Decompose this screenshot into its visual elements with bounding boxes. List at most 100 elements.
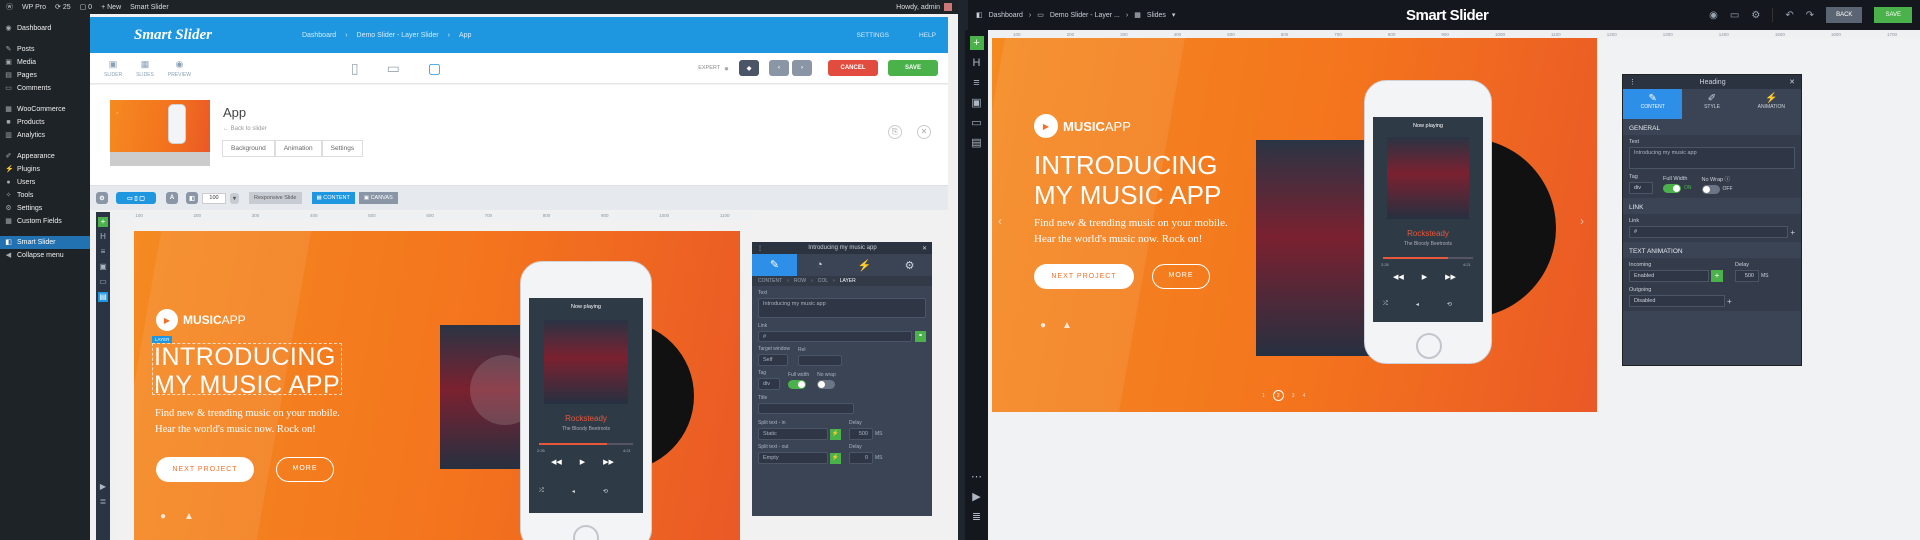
play-icon[interactable]: ▶ xyxy=(970,490,984,504)
copy-icon[interactable]: ⎘ xyxy=(888,125,902,139)
slider-button[interactable]: ▣ SLIDER xyxy=(104,59,122,78)
menu-media[interactable]: ▣ Media xyxy=(0,56,90,69)
menu-plugins[interactable]: ⚡ Plugins xyxy=(0,163,90,176)
crumb-dashboard[interactable]: Dashboard xyxy=(989,12,1023,19)
text-icon[interactable]: A xyxy=(166,192,178,204)
cancel-button[interactable]: CANCEL xyxy=(828,60,878,76)
play-icon[interactable]: ▶ xyxy=(98,482,108,492)
text-icon[interactable]: ≡ xyxy=(970,76,984,90)
layers-icon[interactable]: ≣ xyxy=(98,497,108,507)
menu-custom-fields[interactable]: ▦ Custom Fields xyxy=(0,215,90,228)
structure-icon[interactable]: ▤ xyxy=(98,292,108,302)
more-button[interactable]: MORE xyxy=(1152,264,1210,289)
back-button[interactable]: BACK xyxy=(1826,7,1863,23)
slide-headline[interactable]: INTRODUCING MY MUSIC APP xyxy=(154,343,340,399)
android-icon[interactable]: ▲ xyxy=(1062,320,1072,331)
zoom-input[interactable]: 100 xyxy=(202,192,226,204)
progress-track[interactable] xyxy=(539,443,633,445)
new-link[interactable]: + New xyxy=(101,4,121,11)
device-toggle[interactable]: ▭ ▯ ▢ xyxy=(116,192,156,204)
bolt-icon[interactable]: ⚡ xyxy=(842,259,887,272)
preview-button[interactable]: ◉ PREVIEW xyxy=(168,59,191,78)
prev-slide-button[interactable]: ‹ xyxy=(769,60,789,76)
save-button[interactable]: SAVE xyxy=(888,60,938,76)
bullet[interactable]: 4 xyxy=(1303,393,1306,399)
next-project-button[interactable]: NEXT PROJECT xyxy=(156,457,254,482)
eye-icon[interactable]: ◉ xyxy=(1709,10,1718,21)
nowrap-toggle[interactable] xyxy=(1701,184,1720,194)
drag-icon[interactable]: ⋮ xyxy=(1629,78,1636,86)
info-icon[interactable]: ⓘ xyxy=(1725,177,1731,183)
desktop-icon[interactable]: ▯ xyxy=(351,60,359,77)
close-icon[interactable]: ✕ xyxy=(1789,78,1795,86)
tab-content[interactable]: ✎ CONTENT xyxy=(1623,89,1683,119)
account-link[interactable]: Howdy, admin xyxy=(896,3,952,11)
rel-select[interactable] xyxy=(797,354,842,366)
tablet-icon[interactable]: ▭ xyxy=(387,60,400,77)
tab-animation[interactable]: ⚡ ANIMATION xyxy=(1742,89,1801,119)
bulb-icon[interactable]: ● xyxy=(724,64,729,73)
bullet[interactable]: 1 xyxy=(1262,393,1265,399)
crumb-layer[interactable]: LAYER xyxy=(840,278,856,284)
slide-headline[interactable]: INTRODUCING MY MUSIC APP xyxy=(1034,150,1221,210)
volume-icon[interactable]: ◂ xyxy=(1416,301,1419,308)
image-icon[interactable]: ▣ xyxy=(98,262,108,272)
rewind-icon[interactable]: ◀◀ xyxy=(1393,273,1404,281)
breadcrumb-slide[interactable]: App xyxy=(459,32,471,39)
more-icon[interactable]: ⋯ xyxy=(970,470,984,484)
settings-icon[interactable]: ⚙ xyxy=(1751,10,1760,21)
desktop-icon[interactable]: ▭ xyxy=(1730,10,1739,21)
bell-icon[interactable]: ◆ xyxy=(739,60,759,76)
trash-icon[interactable]: ✕ xyxy=(917,125,931,139)
tab-settings[interactable]: Settings xyxy=(321,140,364,157)
undo-icon[interactable]: ↶ xyxy=(1785,10,1793,21)
bullet-active[interactable]: 2 xyxy=(1272,390,1284,401)
tab-background[interactable]: Background xyxy=(222,140,275,157)
help-link[interactable]: HELP xyxy=(919,32,936,39)
site-name-link[interactable]: WP Pro xyxy=(22,4,46,11)
menu-pages[interactable]: ▤ Pages xyxy=(0,69,90,82)
image-icon[interactable]: ▣ xyxy=(970,96,984,110)
wordpress-logo-icon[interactable]: ⓦ xyxy=(6,2,13,12)
menu-comments[interactable]: ▭ Comments xyxy=(0,82,90,95)
slides-button[interactable]: ▦ SLIDES xyxy=(136,59,154,78)
musicapp-logo[interactable]: ▶ MUSICAPP xyxy=(1034,114,1131,138)
zoom-spinner[interactable]: ▾ xyxy=(230,192,239,204)
play-icon[interactable]: ▶ xyxy=(1422,273,1427,281)
delay-field[interactable]: 500 xyxy=(1735,270,1759,282)
forward-icon[interactable]: ▶▶ xyxy=(603,458,614,466)
menu-tools[interactable]: ✧ Tools xyxy=(0,189,90,202)
menu-appearance[interactable]: ✐ Appearance xyxy=(0,150,90,163)
menu-analytics[interactable]: ▥ Analytics xyxy=(0,129,90,142)
button-icon[interactable]: ▭ xyxy=(98,277,108,287)
layers-icon[interactable]: ≣ xyxy=(970,510,984,524)
crumb-slider[interactable]: Demo Slider - Layer ... xyxy=(1050,12,1120,19)
bolt-icon[interactable]: ⚡ xyxy=(830,428,841,440)
slide-subtext[interactable]: Find new & trending music on your mobile… xyxy=(155,406,340,438)
tab-animation[interactable]: Animation xyxy=(274,140,322,157)
delay2-field[interactable]: 0 xyxy=(849,452,873,464)
style-icon[interactable]: ◔ xyxy=(797,259,842,271)
menu-products[interactable]: ■ Products xyxy=(0,116,90,129)
redo-icon[interactable]: ↷ xyxy=(1806,10,1814,21)
menu-posts[interactable]: ✎ Posts xyxy=(0,43,90,56)
settings-link[interactable]: SETTINGS xyxy=(857,32,890,39)
volume-icon[interactable]: ◂ xyxy=(572,488,575,495)
heading-icon[interactable]: H xyxy=(98,232,108,242)
title-field[interactable] xyxy=(758,403,854,414)
slide-title[interactable]: App xyxy=(223,105,246,120)
rewind-icon[interactable]: ◀◀ xyxy=(551,458,562,466)
tab-canvas[interactable]: ▣ CANVAS xyxy=(358,192,398,204)
updates-link[interactable]: ⟳ 25 xyxy=(55,3,71,11)
link-field[interactable]: # xyxy=(1629,226,1789,238)
repeat-icon[interactable]: ⟲ xyxy=(1447,301,1452,308)
bolt-icon[interactable]: ⚡ xyxy=(830,452,841,464)
delay-field[interactable]: 500 xyxy=(849,428,873,440)
shuffle-icon[interactable]: ⤮ xyxy=(1383,301,1388,308)
gear-icon[interactable]: ⚙ xyxy=(96,192,108,204)
text-field[interactable]: Introducing my music app xyxy=(1629,147,1795,169)
arrow-left-icon[interactable]: ‹ xyxy=(998,214,1002,228)
menu-settings[interactable]: ⚙ Settings xyxy=(0,202,90,215)
add-layer-icon[interactable]: + xyxy=(98,217,108,227)
heading-icon[interactable]: H xyxy=(970,56,984,70)
